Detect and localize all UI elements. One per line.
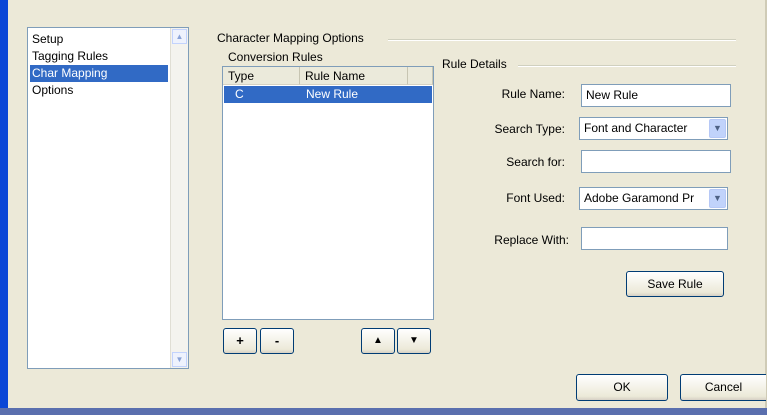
save-rule-button[interactable]: Save Rule [626, 271, 724, 297]
search-for-input[interactable] [581, 150, 731, 173]
category-item-tagging-rules[interactable]: Tagging Rules [30, 48, 168, 65]
ok-button[interactable]: OK [576, 374, 668, 401]
window-frame-left [0, 0, 8, 415]
category-list[interactable]: Setup Tagging Rules Char Mapping Options… [27, 27, 189, 369]
column-header-type[interactable]: Type [223, 67, 300, 85]
font-used-label: Font Used: [506, 191, 565, 205]
group-title: Character Mapping Options [217, 31, 364, 45]
cancel-button[interactable]: Cancel [680, 374, 766, 401]
row-type: C [235, 87, 244, 101]
move-down-button[interactable]: ▼ [397, 328, 431, 354]
add-rule-button[interactable]: + [223, 328, 257, 354]
category-item-char-mapping[interactable]: Char Mapping [30, 65, 168, 82]
category-item-options[interactable]: Options [30, 82, 168, 99]
column-header-filler [408, 67, 433, 85]
category-item-setup[interactable]: Setup [30, 31, 168, 48]
move-up-button[interactable]: ▲ [361, 328, 395, 354]
search-type-label: Search Type: [494, 122, 566, 136]
scroll-up-arrow-icon[interactable]: ▲ [172, 29, 187, 44]
category-list-scrollbar[interactable]: ▲ ▼ [170, 28, 188, 368]
row-rule-name: New Rule [306, 87, 359, 101]
search-type-value: Font and Character [584, 121, 688, 135]
conversion-rules-table[interactable]: Type Rule Name C New Rule [222, 66, 434, 320]
search-type-select[interactable]: Font and Character ▼ [579, 117, 728, 140]
table-row[interactable]: C New Rule [224, 86, 432, 103]
column-header-rule-name[interactable]: Rule Name [300, 67, 408, 85]
rule-details-title: Rule Details [442, 57, 507, 71]
scroll-down-arrow-icon[interactable]: ▼ [172, 352, 187, 367]
group-divider [388, 39, 736, 41]
chevron-down-icon[interactable]: ▼ [709, 189, 726, 208]
remove-rule-button[interactable]: - [260, 328, 294, 354]
font-used-select[interactable]: Adobe Garamond Pr ▼ [579, 187, 728, 210]
font-used-value: Adobe Garamond Pr [584, 191, 695, 205]
search-for-label: Search for: [506, 155, 565, 169]
replace-with-label: Replace With: [494, 233, 569, 247]
rule-name-label: Rule Name: [501, 87, 565, 101]
rule-name-input[interactable]: New Rule [581, 84, 731, 107]
replace-with-input[interactable] [581, 227, 728, 250]
rule-details-divider [518, 65, 736, 67]
chevron-down-icon[interactable]: ▼ [709, 119, 726, 138]
conversion-rules-title: Conversion Rules [228, 50, 323, 64]
window-frame-bottom [0, 408, 767, 415]
